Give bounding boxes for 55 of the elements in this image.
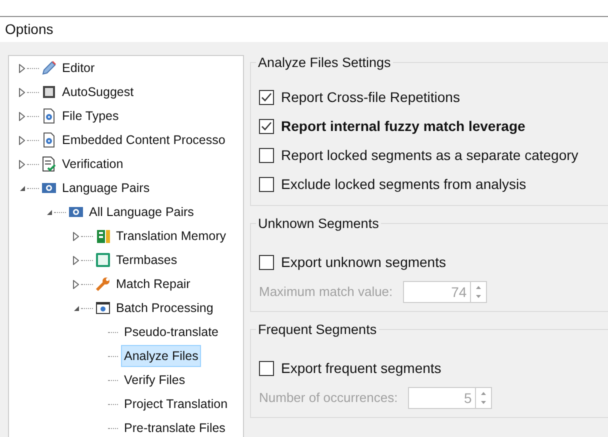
- tree-item[interactable]: File Types: [59, 105, 122, 127]
- window-gear-icon: [95, 300, 111, 316]
- tree-item[interactable]: Analyze Files: [121, 345, 202, 367]
- termbase-icon: [95, 252, 111, 268]
- spinner-label: Maximum match value:: [259, 283, 393, 302]
- window-icon: [41, 84, 57, 100]
- tree-item[interactable]: Translation Memory: [113, 225, 229, 247]
- language-icon: [68, 204, 84, 220]
- expand-arrow-icon[interactable]: [19, 136, 25, 144]
- tree-item[interactable]: Pseudo-translate: [121, 321, 222, 343]
- collapse-arrow-icon[interactable]: [46, 208, 52, 216]
- checkbox-label: Exclude locked segments from analysis: [281, 175, 526, 194]
- wrench-icon: [95, 276, 111, 292]
- checkbox-label: Report Cross-file Repetitions: [281, 88, 460, 107]
- tree-item[interactable]: Termbases: [113, 249, 180, 271]
- checkbox[interactable]: [259, 119, 274, 134]
- tree-item[interactable]: Pre-translate Files: [121, 417, 228, 437]
- checkbox[interactable]: [259, 255, 274, 270]
- collapse-arrow-icon[interactable]: [18, 184, 26, 192]
- window-title: Options: [5, 20, 54, 39]
- tree-item[interactable]: Match Repair: [113, 273, 194, 295]
- group-title: Unknown Segments: [256, 215, 381, 233]
- tree-item[interactable]: Verification: [59, 153, 126, 175]
- group-title: Analyze Files Settings: [256, 54, 393, 72]
- expand-arrow-icon[interactable]: [19, 112, 25, 120]
- checkbox[interactable]: [259, 90, 274, 105]
- spinner-label: Number of occurrences:: [259, 389, 398, 408]
- file-gear-icon: [41, 108, 57, 124]
- tree-item[interactable]: Project Translation: [121, 393, 231, 415]
- file-gear-icon: [41, 132, 57, 148]
- pencil-icon: [41, 60, 57, 76]
- checkbox-label: Export unknown segments: [281, 253, 446, 272]
- expand-arrow-icon[interactable]: [19, 160, 25, 168]
- document-check-icon: [41, 156, 57, 172]
- expand-arrow-icon[interactable]: [73, 232, 79, 240]
- expand-arrow-icon[interactable]: [19, 88, 25, 96]
- tree-item[interactable]: All Language Pairs: [86, 201, 197, 223]
- memory-icon: [95, 228, 111, 244]
- language-icon: [41, 180, 57, 196]
- tree-item[interactable]: Editor: [59, 57, 98, 79]
- expand-arrow-icon[interactable]: [19, 64, 25, 72]
- checkbox[interactable]: [259, 148, 274, 163]
- checkbox[interactable]: [259, 361, 274, 376]
- checkbox-label: Export frequent segments: [281, 359, 442, 378]
- collapse-arrow-icon[interactable]: [72, 304, 80, 312]
- expand-arrow-icon[interactable]: [73, 256, 79, 264]
- tree-item[interactable]: Verify Files: [121, 369, 188, 391]
- tree-item[interactable]: Language Pairs: [59, 177, 153, 199]
- expand-arrow-icon[interactable]: [73, 280, 79, 288]
- checkbox-label: Report internal fuzzy match leverage: [281, 117, 526, 136]
- tree-item[interactable]: AutoSuggest: [59, 81, 137, 103]
- checkbox[interactable]: [259, 177, 274, 192]
- tree-item[interactable]: Batch Processing: [113, 297, 216, 319]
- tree-item[interactable]: Embedded Content Processo: [59, 129, 228, 151]
- checkbox-label: Report locked segments as a separate category: [281, 146, 578, 165]
